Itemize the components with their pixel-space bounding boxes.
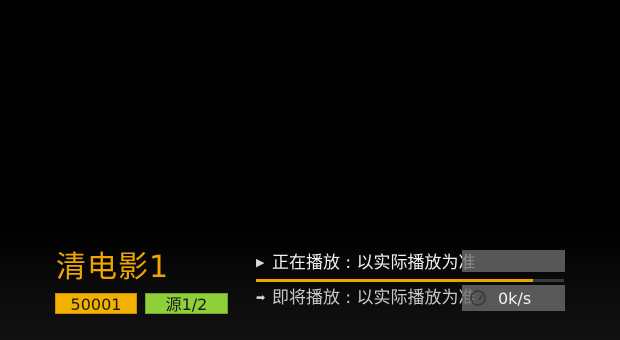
network-speed-text: 0k/s — [498, 288, 532, 308]
now-playing-row: ▶ 正在播放 : 以实际播放为准 — [256, 252, 476, 274]
speedometer-icon — [470, 290, 486, 306]
network-speed-indicator: 0k/s — [470, 287, 562, 309]
overlay-panel-top — [462, 250, 565, 272]
channel-title: 清电影1 — [56, 250, 170, 285]
source-badge[interactable]: 源1/2 — [145, 293, 228, 314]
program-progress-fill — [256, 279, 534, 282]
next-arrow-icon: ➡ — [256, 291, 266, 304]
up-next-text: 即将播放 : 以实际播放为准 — [272, 288, 476, 308]
channel-number-badge: 50001 — [55, 293, 137, 314]
up-next-row: ➡ 即将播放 : 以实际播放为准 — [256, 287, 476, 309]
play-indicator-icon: ▶ — [256, 256, 265, 269]
now-playing-text: 正在播放 : 以实际播放为准 — [272, 253, 476, 273]
program-progress-bar — [256, 279, 564, 282]
